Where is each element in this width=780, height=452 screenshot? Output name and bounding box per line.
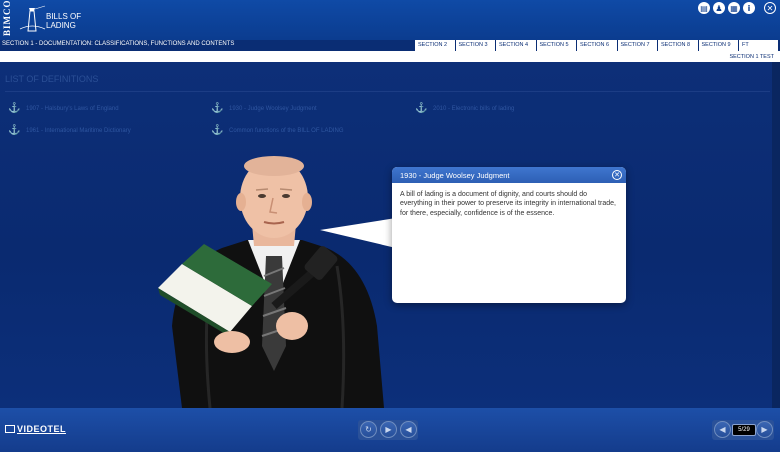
info-icon[interactable]: i	[743, 2, 755, 14]
section-test-link[interactable]: SECTION 1 TEST	[729, 54, 774, 60]
next-page-button[interactable]: ▶	[756, 421, 773, 438]
page-indicator: 5/29	[732, 424, 756, 436]
definition-item[interactable]: ⚓ 2010 - Electronic bills of lading	[415, 102, 514, 116]
close-icon[interactable]: ✕	[764, 2, 776, 14]
product-title-line2: LADING	[46, 21, 76, 30]
definition-item[interactable]: ⚓ 1961 - International Maritime Dictiona…	[8, 124, 131, 138]
tab-section-9[interactable]: SECTION 9	[697, 40, 738, 51]
videotel-logo: VIDEOTEL	[5, 424, 66, 434]
anchor-icon: ⚓	[415, 103, 428, 114]
product-title: BILLS OF LADING	[46, 12, 86, 30]
play-button[interactable]: ▶	[380, 421, 397, 438]
previous-page-button[interactable]: ◀	[714, 421, 731, 438]
definition-dialog: 1930 - Judge Woolsey Judgment ✕ A bill o…	[392, 167, 626, 303]
tab-section-6[interactable]: SECTION 6	[576, 40, 617, 51]
anchor-icon: ⚓	[211, 103, 224, 114]
definition-label: 1961 - International Maritime Dictionary	[26, 128, 131, 134]
dialog-header: 1930 - Judge Woolsey Judgment ✕	[392, 167, 626, 183]
top-toolbar: ▤ ♟ ▦ i ✕	[698, 2, 776, 14]
definition-item[interactable]: ⚓ Common functions of the BILL OF LADING	[211, 124, 344, 138]
tab-ft[interactable]: FT	[738, 40, 778, 51]
replay-button[interactable]: ↻	[360, 421, 377, 438]
sub-bar: SECTION 1 TEST	[0, 51, 780, 62]
section-title: SECTION 1 - DOCUMENTATION: CLASSIFICATIO…	[2, 41, 235, 47]
close-icon[interactable]: ✕	[612, 170, 622, 180]
anchor-icon: ⚓	[211, 125, 224, 136]
book-icon[interactable]: ▦	[728, 2, 740, 14]
videotel-brand-text: VIDEOTEL	[17, 424, 67, 434]
tab-section-3[interactable]: SECTION 3	[454, 40, 495, 51]
definition-item[interactable]: ⚓ 1930 - Judge Woolsey Judgment	[211, 102, 317, 116]
list-title: LIST OF DEFINITIONS	[5, 74, 99, 84]
app-header: BIMCO BILLS OF LADING ▤ ♟ ▦ i ✕	[0, 0, 780, 40]
definition-item[interactable]: ⚓ 1907 - Halsbury's Laws of England	[8, 102, 119, 116]
anchor-icon: ⚓	[8, 125, 21, 136]
dialog-body: A bill of lading is a document of dignit…	[400, 191, 616, 217]
tab-section-8[interactable]: SECTION 8	[657, 40, 698, 51]
anchor-icon: ⚓	[8, 103, 21, 114]
audio-button[interactable]: ◀	[400, 421, 417, 438]
definition-label: Common functions of the BILL OF LADING	[229, 128, 344, 134]
definition-label: 2010 - Electronic bills of lading	[433, 106, 515, 112]
tab-section-7[interactable]: SECTION 7	[616, 40, 657, 51]
tab-section-5[interactable]: SECTION 5	[535, 40, 576, 51]
print-icon[interactable]: ▤	[698, 2, 710, 14]
player-footer: VIDEOTEL ↻ ▶ ◀ ◀ 5/29 ▶	[0, 408, 780, 452]
definition-label: 1930 - Judge Woolsey Judgment	[229, 106, 317, 112]
speech-bubble-tail	[320, 218, 396, 248]
section-bar: SECTION 1 - DOCUMENTATION: CLASSIFICATIO…	[0, 40, 780, 51]
scrollbar[interactable]	[772, 62, 780, 408]
dialog-title: 1930 - Judge Woolsey Judgment	[400, 171, 510, 180]
divider	[5, 91, 770, 92]
tab-section-4[interactable]: SECTION 4	[495, 40, 536, 51]
section-tabs: SECTION 2 SECTION 3 SECTION 4 SECTION 5 …	[414, 40, 778, 51]
definition-label: 1907 - Halsbury's Laws of England	[26, 106, 119, 112]
product-title-line1: BILLS OF	[46, 12, 82, 21]
videotel-logo-icon	[5, 425, 15, 433]
bimco-logo: BIMCO	[2, 0, 12, 36]
lighthouse-logo-icon	[19, 5, 46, 32]
judge-presenter-image	[158, 156, 384, 408]
tab-section-2[interactable]: SECTION 2	[414, 40, 455, 51]
people-icon[interactable]: ♟	[713, 2, 725, 14]
